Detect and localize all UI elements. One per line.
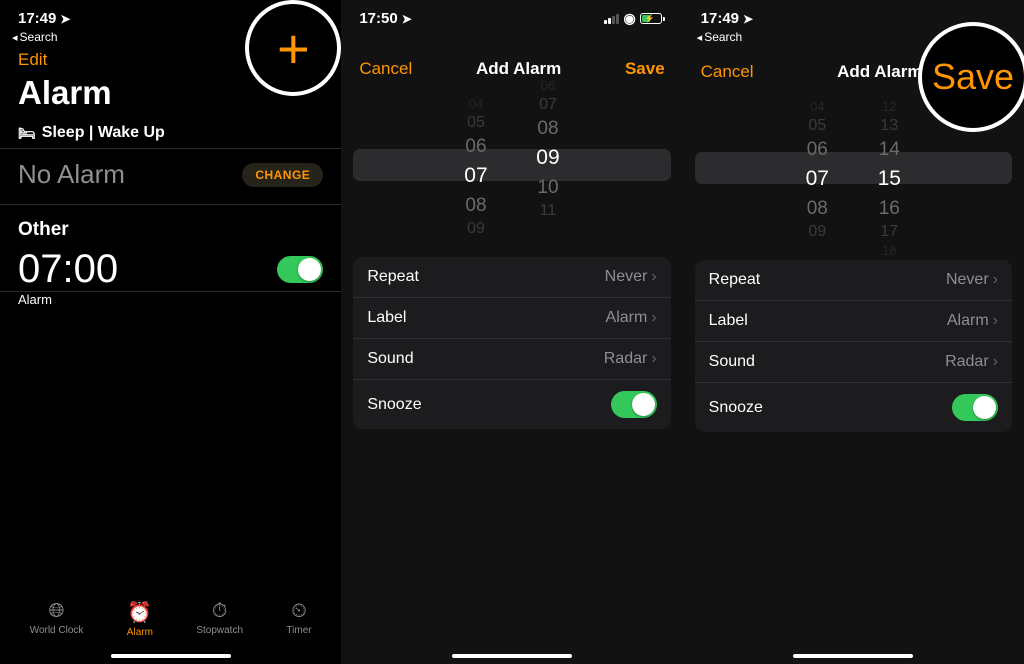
chevron-right-icon: › [651,309,656,327]
other-section-header: Other [0,205,341,247]
save-label-big[interactable]: Save [932,56,1014,98]
status-time: 17:49 [701,10,739,27]
globe-icon: 🌐︎ [49,600,65,623]
time-picker[interactable]: 04 05 06 07 08 09 06 07 08 09 10 11 [341,91,682,241]
status-time: 17:49 [18,10,56,27]
sleep-section-header: 🛏︎ Sleep | Wake Up [0,116,341,149]
tab-bar: 🌐︎ World Clock ⏰ Alarm ⏱︎ Stopwatch ⏲︎ T… [0,600,341,650]
chevron-left-icon [697,30,703,44]
sound-row[interactable]: Sound Radar› [695,342,1012,383]
edit-button[interactable]: Edit [18,50,47,70]
location-icon: ➤ [60,12,70,26]
alarm-list-screen: + 17:49 ➤ Search Edit Alarm 🛏︎ Sleep | W… [0,0,341,664]
minute-picker[interactable]: 12 13 14 15 16 17 18 [869,99,909,244]
alarm-label: Alarm [0,292,341,317]
label-row[interactable]: Label Alarm› [353,298,670,339]
location-icon: ➤ [402,12,412,26]
snooze-toggle[interactable] [952,394,998,421]
sound-row[interactable]: Sound Radar› [353,339,670,380]
home-indicator[interactable] [452,654,572,658]
wifi-icon: ◉ [623,10,635,27]
add-alarm-screen: 17:50 ➤ ◉ ⚡ Cancel Add Alarm Save 04 05 … [341,0,682,664]
status-bar: 17:50 ➤ ◉ ⚡ [341,0,682,29]
battery-icon: ⚡ [640,13,665,24]
chevron-left-icon [12,30,18,44]
cancel-button[interactable]: Cancel [701,62,754,82]
chevron-right-icon: › [993,271,998,289]
cellular-icon [604,14,619,24]
minute-picker[interactable]: 06 07 08 09 10 11 [528,78,568,241]
repeat-row[interactable]: Repeat Never› [695,260,1012,301]
alarm-time: 07:00 [18,249,118,289]
hour-picker[interactable]: 04 05 06 07 08 09 [456,96,496,241]
tab-world-clock[interactable]: 🌐︎ World Clock [30,600,84,638]
repeat-row[interactable]: Repeat Never› [353,257,670,298]
modal-title: Add Alarm [837,62,922,82]
plus-icon[interactable]: + [277,16,310,81]
home-indicator[interactable] [111,654,231,658]
modal-nav: Cancel Add Alarm Save [341,29,682,91]
stopwatch-icon: ⏱︎ [212,600,228,623]
tab-alarm[interactable]: ⏰ Alarm [127,600,153,638]
alarm-icon: ⏰ [127,600,152,625]
tab-stopwatch[interactable]: ⏱︎ Stopwatch [196,600,243,638]
snooze-row: Snooze [695,383,1012,432]
alarm-settings: Repeat Never› Label Alarm› Sound Radar› … [353,257,670,429]
bed-icon: 🛏︎ [18,125,36,142]
snooze-toggle[interactable] [611,391,657,418]
no-alarm-label: No Alarm [18,159,125,190]
label-row[interactable]: Label Alarm› [695,301,1012,342]
modal-title: Add Alarm [476,59,561,79]
add-alarm-screen-save: Save 17:49 ➤ Search Cancel Add Alarm 04 … [683,0,1024,664]
snooze-row: Snooze [353,380,670,429]
chevron-right-icon: › [651,350,656,368]
home-indicator[interactable] [793,654,913,658]
save-callout: Save [918,22,1024,132]
timer-icon: ⏲︎ [291,600,307,623]
status-time: 17:50 [359,10,397,27]
chevron-right-icon: › [993,353,998,371]
chevron-right-icon: › [993,312,998,330]
chevron-right-icon: › [651,268,656,286]
save-button[interactable]: Save [625,59,665,79]
cancel-button[interactable]: Cancel [359,59,412,79]
hour-picker[interactable]: 04 05 06 07 08 09 [797,99,837,244]
change-button[interactable]: CHANGE [242,163,323,187]
alarm-row[interactable]: 07:00 [0,247,341,292]
alarm-toggle[interactable] [277,256,323,283]
add-alarm-callout: + [245,0,341,96]
location-icon: ➤ [743,12,753,26]
alarm-settings: Repeat Never› Label Alarm› Sound Radar› … [695,260,1012,432]
tab-timer[interactable]: ⏲︎ Timer [286,600,311,638]
